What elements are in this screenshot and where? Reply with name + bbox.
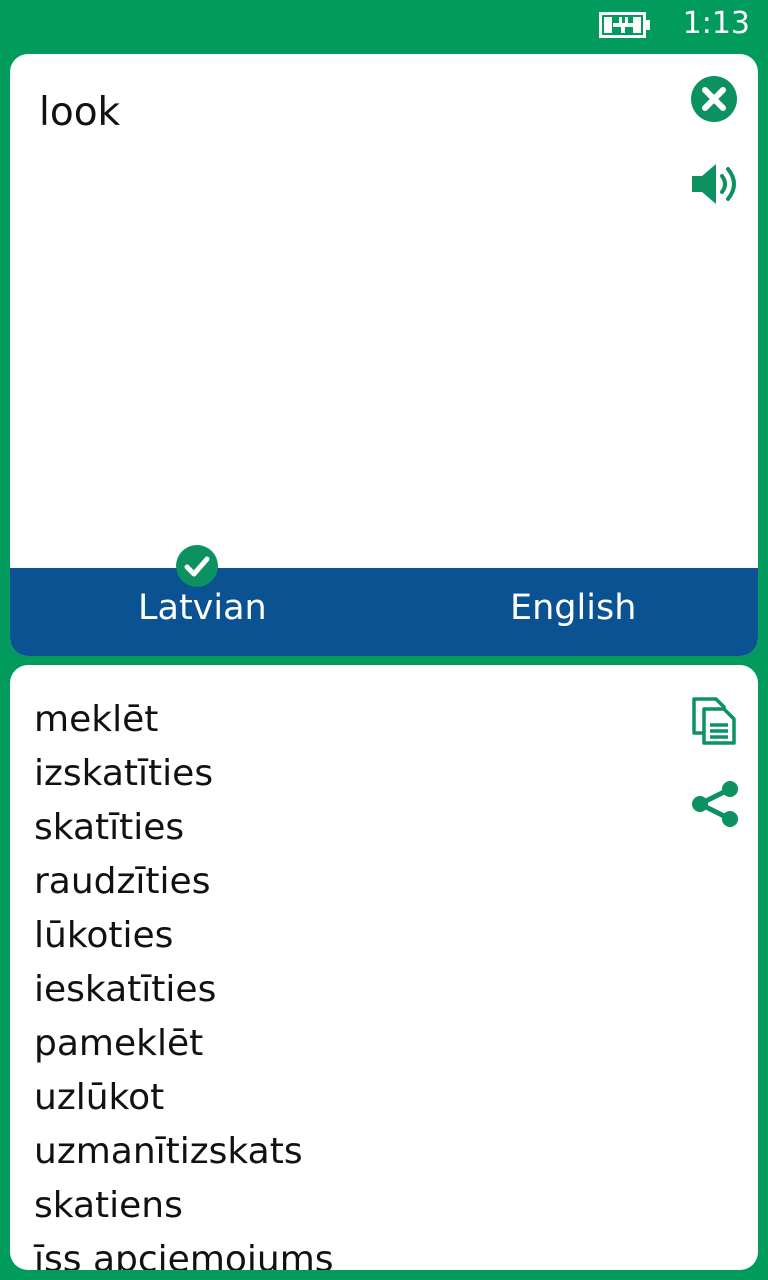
translation-results: meklēt izskatīties skatīties raudzīties … <box>34 693 334 1270</box>
close-circle-icon[interactable] <box>690 75 738 123</box>
output-panel: meklēt izskatīties skatīties raudzīties … <box>10 665 758 1270</box>
clock: 1:13 <box>682 6 750 41</box>
list-item[interactable]: pameklēt <box>34 1017 334 1071</box>
list-item[interactable]: īss apciemojums <box>34 1233 334 1270</box>
source-text-input[interactable]: look <box>39 90 120 135</box>
copy-icon[interactable] <box>690 695 740 745</box>
list-item[interactable]: meklēt <box>34 693 334 747</box>
check-circle-icon <box>176 545 218 587</box>
list-item[interactable]: uzmanītizskats <box>34 1125 334 1179</box>
list-item[interactable]: skatiens <box>34 1179 334 1233</box>
list-item[interactable]: izskatīties <box>34 747 334 801</box>
source-language-button[interactable]: Latvian <box>138 588 267 628</box>
list-item[interactable]: raudzīties <box>34 855 334 909</box>
language-bar: Latvian English <box>10 568 758 656</box>
battery-charging-icon <box>599 12 650 38</box>
target-language-button[interactable]: English <box>510 588 636 628</box>
input-panel: look Latvian English <box>10 54 758 656</box>
list-item[interactable]: lūkoties <box>34 909 334 963</box>
share-icon[interactable] <box>690 779 740 829</box>
speaker-icon[interactable] <box>690 160 740 208</box>
list-item[interactable]: uzlūkot <box>34 1071 334 1125</box>
list-item[interactable]: skatīties <box>34 801 334 855</box>
list-item[interactable]: ieskatīties <box>34 963 334 1017</box>
status-bar: 1:13 <box>0 0 768 50</box>
